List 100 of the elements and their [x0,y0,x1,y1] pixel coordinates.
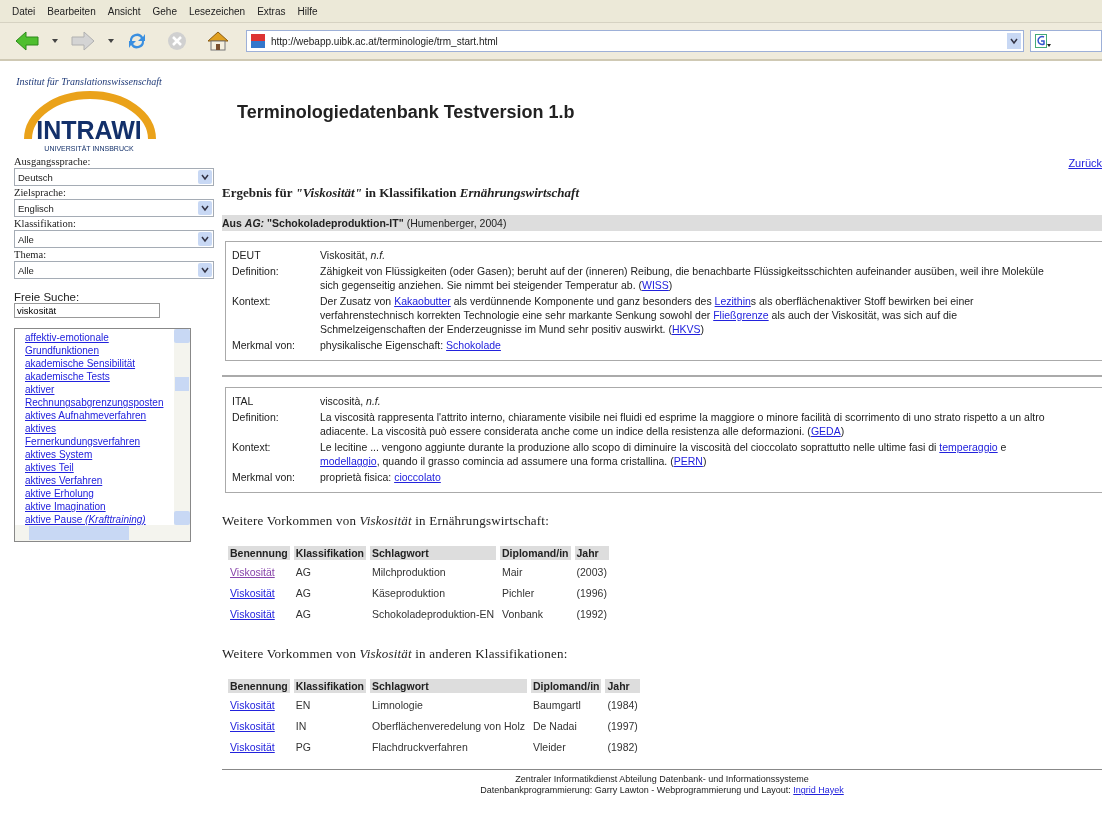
term-link[interactable]: Viskosität [230,608,275,620]
dropdown-icon[interactable] [198,232,212,246]
table-cell: EN [295,699,311,711]
field-text: Zähigkeit von Flüssigkeiten (oder Gasen); beruht auf der (inneren) Reibung, die benachbarte Flüssigkeitsschichten aufeinander ausüben, weil ihre Moleküle sich gegenseitig anziehen. Sie nimmt bei steigender Temperatur ab. (WISS) [320,264,1045,292]
table-cell: Limnologie [372,699,423,711]
column-header: Benennung [228,679,290,693]
table-cell: (1992) [576,608,607,620]
select-field[interactable]: Alle [14,261,214,279]
column-header: Schlagwort [370,546,497,560]
term-link[interactable]: Viskosität [230,699,275,711]
table-cell: (1984) [607,699,638,711]
table-cell: Flachdruckverfahren [372,741,468,753]
dropdown-icon[interactable] [198,201,212,215]
term-link[interactable]: aktives Verfahren [25,474,168,487]
field-text: Le lecitine ... vengono aggiunte durante la produzione allo scopo di diminuire la viscosità del cioccolato soprattutto nelle ultime fasi di temperaggio e modellaggio, quando il grasso comincia ad assumere una forma cristallina. (PERN) [320,440,1008,468]
reference-link[interactable]: HKVS [671,323,701,335]
search-label: Freie Suche: [14,291,81,303]
reference-link[interactable]: Fließgrenze [713,309,769,321]
column-header: Diplomand/in [530,679,602,693]
menu-item[interactable]: Ansicht [107,5,141,17]
term-link[interactable]: aktive Imagination [25,500,168,513]
term-link[interactable]: aktive Pause (Krafttraining) [25,513,168,526]
table-cell: Käseproduktion [372,587,445,599]
home-icon[interactable] [206,30,230,52]
author-link[interactable]: Ingrid Hayek [793,785,844,795]
menu-item[interactable]: Lesezeichen [189,5,246,17]
section-heading: Weitere Vorkommen von Viskosität in anderen Klassifikationen: [222,646,569,662]
term-link[interactable]: Viskosität [230,741,275,753]
term-link[interactable]: Viskosität [230,720,275,732]
term-link[interactable]: aktive Erholung [25,487,168,500]
term-link[interactable]: aktives Teil [25,461,168,474]
select-label: Ausgangssprache: [14,155,92,168]
reload-icon[interactable] [126,30,148,52]
logo-arc-text: Institut für Translationswissenschaft [16,76,162,87]
result-heading: Ergebnis für "Viskosität" in Klassifikation Ernährungswirtschaft [222,185,581,201]
menu-item[interactable]: Datei [12,5,36,17]
table-cell: Milchproduktion [372,566,446,578]
term-link[interactable]: Viskosität [230,587,275,599]
field-label: Kontext: [232,440,272,455]
vertical-scrollbar[interactable] [174,329,190,525]
dropdown-icon[interactable] [1007,33,1021,49]
reference-link[interactable]: Kakaobutter [394,295,451,307]
footer-text: Datenbankprogrammierung: Garry Lawton - Webprogrammierung und Layout: Ingrid Hayek [480,785,844,796]
reference-link[interactable]: cioccolato [394,471,441,483]
select-field[interactable]: Englisch [14,199,214,217]
table-cell: Mair [502,566,523,578]
table-cell: (1996) [576,587,607,599]
column-header: Benennung [228,546,290,560]
logo-name: INTRAWI [36,116,142,144]
menu-item[interactable]: Hilfe [297,5,318,17]
term-link[interactable]: aktives System [25,448,168,461]
field-text: proprietà fisica: cioccolato [320,470,442,484]
table-cell: (1982) [607,741,638,753]
table-cell: AG [295,566,311,578]
reference-link[interactable]: WISS [642,279,669,291]
dropdown-icon[interactable] [198,263,212,277]
term-link[interactable]: akademische Sensibilität [25,357,168,370]
section-heading: Weitere Vorkommen von Viskosität in Ernährungswirtschaft: [222,513,550,529]
select-field[interactable]: Deutsch [14,168,214,186]
select-label: Zielsprache: [14,186,67,199]
menu-item[interactable]: Extras [257,5,286,17]
term-link[interactable]: akademische Tests [25,370,168,383]
menu-item[interactable]: Bearbeiten [47,5,96,17]
reference-link[interactable]: Lezithin [714,295,751,307]
term-link[interactable]: aktives Aufnahmeverfahren [25,409,168,422]
back-arrow-icon[interactable] [14,31,40,51]
site-icon [251,34,265,48]
table-cell: AG [295,608,311,620]
term-link[interactable]: Viskosität [230,566,275,578]
horizontal-scrollbar[interactable] [15,525,190,541]
search-engine-icon [1035,34,1053,48]
dropdown-icon[interactable] [198,170,212,184]
table-cell: AG [295,587,311,599]
table-cell: Baumgartl [532,699,581,711]
menu-item[interactable]: Gehe [152,5,177,17]
column-header: Klassifikation [293,679,367,693]
dropdown-icon[interactable] [52,38,58,44]
entry-term: Viskosität, n.f. [320,248,387,262]
back-link[interactable]: Zurück [1068,157,1102,169]
field-text: physikalische Eigenschaft: Schokolade [320,338,502,352]
dropdown-icon[interactable] [108,38,114,44]
source-note: (Humenberger, 2004) [406,217,507,229]
reference-link[interactable]: modellaggio [320,455,377,467]
reference-link[interactable]: temperaggio [939,441,998,453]
address-bar[interactable]: http://webapp.uibk.ac.at/terminologie/trm_start.html [246,30,1024,52]
select-label: Klassifikation: [14,217,77,230]
table-cell: (1997) [607,720,638,732]
table-cell: (2003) [576,566,607,578]
search-field[interactable]: viskosität [14,303,160,318]
table-cell: Oberflächenveredelung von Holz [372,720,525,732]
search-field[interactable] [1030,30,1102,52]
reference-link[interactable]: Schokolade [446,339,501,351]
column-header: Jahr [605,679,640,693]
source-title: "Schokoladeproduktion-IT" [267,217,404,229]
field-label: Kontext: [232,294,272,309]
source-prefix: Aus [222,217,242,229]
table-cell: Schokoladeproduktion-EN [372,608,495,620]
select-field[interactable]: Alle [14,230,214,248]
table-cell: De Nadai [532,720,577,732]
field-text: La viscosità rappresenta l'attrito interno, chiaramente visibile nei fluidi ed esprime la maggiore o minore facilità di scorrimento di uno strato rispetto a un altro adiacente. La viscosità può essere considerata anche come un indice della resistenza alle deformazioni. (GEDA) [320,410,1046,438]
